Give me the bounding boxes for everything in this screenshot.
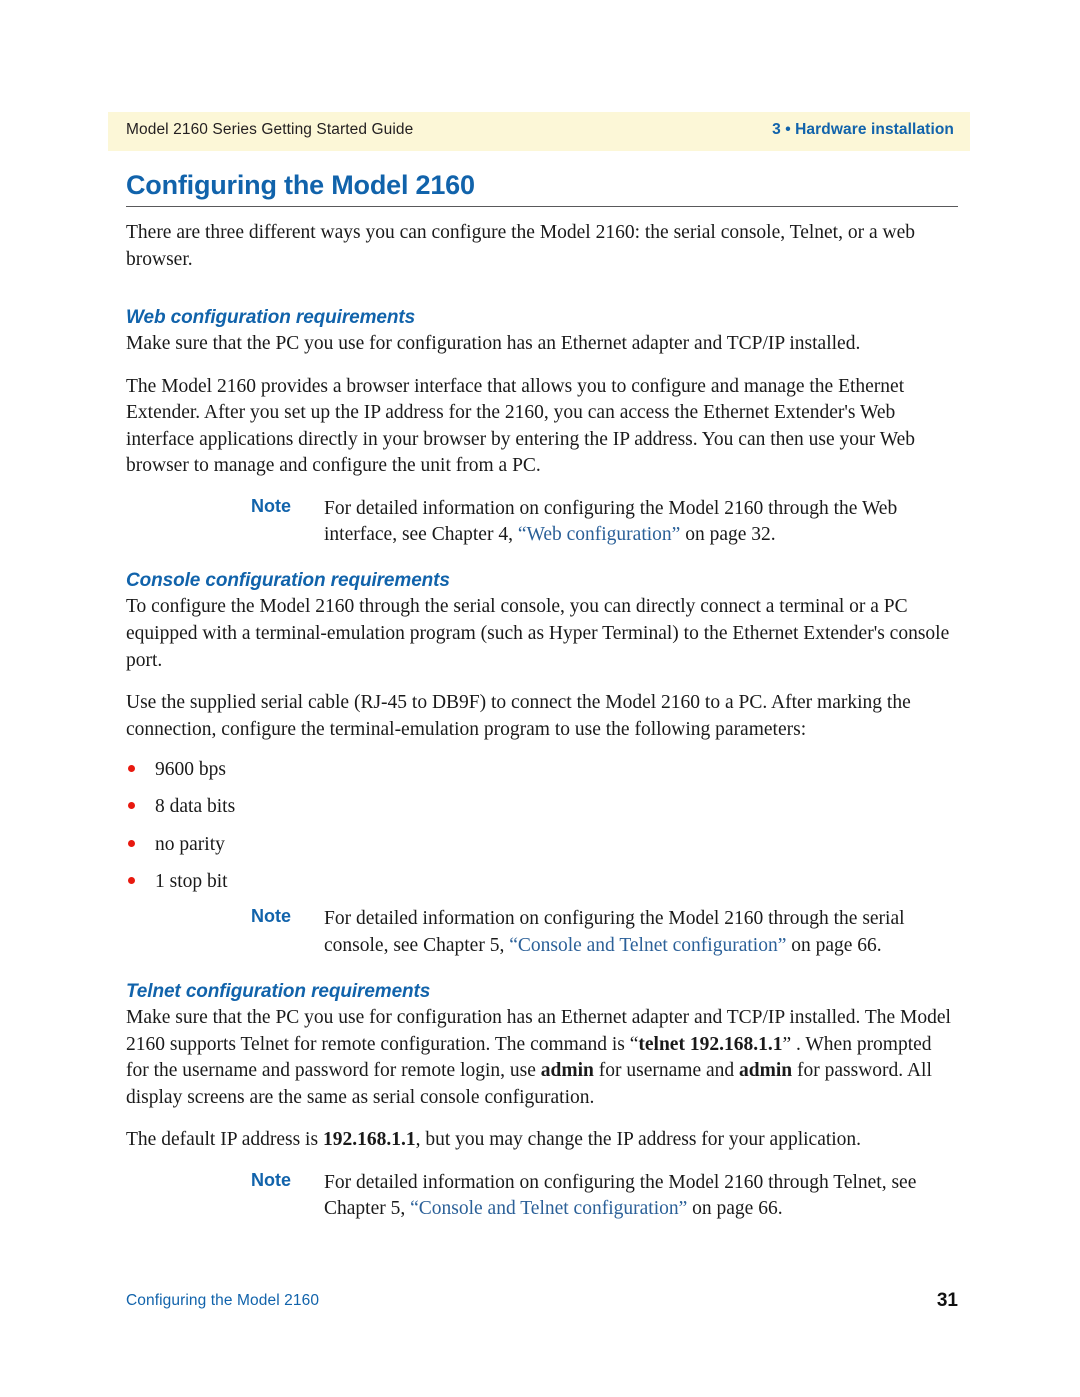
note-label: Note bbox=[251, 1169, 291, 1190]
cross-reference-link[interactable]: “Console and Telnet configuration” bbox=[410, 1198, 687, 1219]
section-heading-telnet: Telnet configuration requirements bbox=[126, 981, 431, 1003]
list-item: 1 stop bit bbox=[126, 869, 958, 894]
note-text-after: on page 66. bbox=[786, 934, 882, 956]
note-text-after: on page 32. bbox=[680, 524, 776, 546]
default-ip-address: 192.168.1.1 bbox=[322, 1129, 416, 1151]
running-footer: Configuring the Model 2160 31 bbox=[126, 1290, 958, 1318]
default-ip-text-a: The default IP address is bbox=[126, 1129, 323, 1151]
header-guide-title: Model 2160 Series Getting Started Guide bbox=[126, 121, 414, 138]
list-item-label: 9600 bps bbox=[155, 759, 226, 781]
cross-reference-link[interactable]: “Web configuration” bbox=[518, 524, 680, 545]
telnet-paragraph-1: Make sure that the PC you use for config… bbox=[126, 1005, 958, 1111]
serial-parameters-list: 9600 bps 8 data bits no parity 1 stop bi… bbox=[126, 757, 958, 894]
telnet-text-c: for username and bbox=[593, 1060, 740, 1082]
bullet-icon bbox=[128, 802, 135, 810]
note-block-web: Note For detailed information on configu… bbox=[126, 496, 958, 549]
console-paragraph-2: Use the supplied serial cable (RJ-45 to … bbox=[126, 692, 911, 740]
title-divider bbox=[126, 206, 958, 208]
list-item: no parity bbox=[126, 832, 958, 857]
note-block-console: Note For detailed information on configu… bbox=[126, 906, 958, 959]
list-item-label: 1 stop bit bbox=[155, 871, 228, 893]
web-paragraph-1: Make sure that the PC you use for config… bbox=[126, 333, 861, 355]
note-body: For detailed information on configuring … bbox=[324, 906, 939, 959]
bullet-icon bbox=[128, 765, 135, 773]
list-item-label: 8 data bits bbox=[155, 796, 236, 818]
cross-reference-link[interactable]: “Console and Telnet configuration” bbox=[509, 935, 786, 956]
list-item: 9600 bps bbox=[126, 757, 958, 782]
note-body: For detailed information on configuring … bbox=[324, 1170, 924, 1223]
note-body: For detailed information on configuring … bbox=[324, 496, 924, 549]
intro-paragraph: There are three different ways you can c… bbox=[126, 222, 915, 270]
web-paragraph-2: The Model 2160 provides a browser interf… bbox=[126, 375, 916, 477]
telnet-command: telnet 192.168.1.1 bbox=[638, 1033, 783, 1055]
running-header-band: Model 2160 Series Getting Started Guide … bbox=[108, 112, 970, 151]
page-content: Configuring the Model 2160 There are thr… bbox=[126, 170, 958, 1244]
bullet-icon bbox=[128, 877, 135, 885]
note-label: Note bbox=[251, 906, 291, 927]
footer-section-title: Configuring the Model 2160 bbox=[126, 1292, 320, 1309]
page-title: Configuring the Model 2160 bbox=[126, 170, 475, 200]
section-heading-console: Console configuration requirements bbox=[126, 570, 450, 592]
note-label: Note bbox=[251, 495, 291, 516]
console-paragraph-1: To configure the Model 2160 through the … bbox=[126, 596, 950, 671]
document-page: Model 2160 Series Getting Started Guide … bbox=[0, 0, 1080, 1397]
list-item: 8 data bits bbox=[126, 794, 958, 819]
section-heading-web: Web configuration requirements bbox=[126, 307, 416, 329]
page-number: 31 bbox=[936, 1290, 958, 1311]
telnet-password: admin bbox=[739, 1060, 793, 1082]
telnet-paragraph-2: The default IP address is 192.168.1.1, b… bbox=[126, 1127, 958, 1154]
bullet-icon bbox=[128, 839, 135, 847]
telnet-username: admin bbox=[540, 1060, 594, 1082]
list-item-label: no parity bbox=[155, 833, 225, 855]
header-chapter-label: 3 • Hardware installation bbox=[772, 121, 954, 138]
note-text-after: on page 66. bbox=[687, 1197, 783, 1219]
note-block-telnet: Note For detailed information on configu… bbox=[126, 1170, 958, 1223]
default-ip-text-b: , but you may change the IP address for … bbox=[415, 1129, 862, 1151]
